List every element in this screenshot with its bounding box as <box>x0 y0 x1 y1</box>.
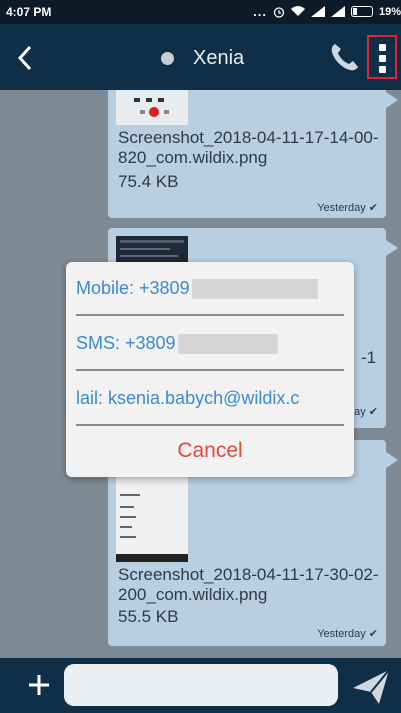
back-button[interactable] <box>10 38 40 78</box>
thumbnail-content <box>134 98 169 117</box>
message-time-text: ay <box>354 406 366 418</box>
divider <box>76 369 344 371</box>
attachment-size: 75.4 KB <box>118 172 179 191</box>
more-options-button[interactable] <box>367 35 397 79</box>
redacted-number <box>191 279 318 300</box>
message-time-text: Yesterday <box>317 628 366 640</box>
message-bubble[interactable]: Screenshot_2018-04-11-17-14-00-820_com.w… <box>108 90 398 218</box>
contact-name: Xenia <box>193 47 245 69</box>
kebab-menu-dot <box>379 66 386 73</box>
status-bar: 4:07 PM ... 19% <box>0 0 401 24</box>
message-time: Yesterday ✔ <box>317 201 378 214</box>
message-time: Yesterday ✔ <box>317 627 378 640</box>
mobile-option-label: Mobile: +3809 <box>76 278 190 298</box>
kebab-menu-icon <box>379 44 386 51</box>
attachment-filename[interactable]: Screenshot_2018-04-11-17-30-02-200_com.w… <box>118 565 383 605</box>
signal-icon-2 <box>330 6 345 17</box>
alarm-icon <box>273 6 285 18</box>
presence-status-icon <box>161 52 174 65</box>
plus-icon <box>29 675 49 695</box>
email-option[interactable]: lail: ksenia.babych@wildix.c <box>76 372 346 424</box>
send-icon <box>353 669 390 704</box>
more-notifications-icon: ... <box>253 4 267 19</box>
signal-icon-1 <box>310 6 325 17</box>
divider <box>76 314 344 316</box>
attachment-filename-partial: -1 <box>361 348 377 367</box>
sms-option-label: SMS: +3809 <box>76 333 176 353</box>
message-time-text: Yesterday <box>317 202 366 214</box>
message-input[interactable] <box>64 664 338 706</box>
cancel-button[interactable]: Cancel <box>66 428 354 474</box>
sms-option[interactable]: SMS: +3809 <box>76 317 346 369</box>
status-time: 4:07 PM <box>6 5 52 19</box>
chevron-left-icon <box>17 45 32 71</box>
kebab-menu-dot <box>379 55 386 62</box>
attachment-size: 55.5 KB <box>118 607 179 626</box>
message-time: ay ✔ <box>354 405 378 418</box>
battery-level: 19% <box>378 5 401 18</box>
send-button[interactable] <box>351 666 391 706</box>
status-icons: ... 19% <box>253 4 401 19</box>
email-option-label: lail: ksenia.babych@wildix.c <box>76 388 300 408</box>
redacted-number <box>177 334 278 355</box>
wifi-icon <box>290 6 305 17</box>
delivered-check-icon: ✔ <box>368 202 378 214</box>
battery-icon <box>350 6 373 17</box>
phone-icon <box>331 44 358 71</box>
attachment-filename[interactable]: Screenshot_2018-04-11-17-14-00-820_com.w… <box>118 128 383 168</box>
delivered-check-icon: ✔ <box>368 628 378 640</box>
call-button[interactable] <box>328 40 364 76</box>
contact-options-dialog: Mobile: +3809 SMS: +3809 lail: ksenia.ba… <box>66 262 354 477</box>
image-thumbnail[interactable] <box>116 90 188 125</box>
call-mobile-option[interactable]: Mobile: +3809 <box>76 262 346 314</box>
chat-header: Xenia <box>0 24 401 90</box>
composer-bar <box>0 658 401 713</box>
add-attachment-button[interactable] <box>24 666 54 704</box>
divider <box>76 424 344 426</box>
delivered-check-icon: ✔ <box>368 406 378 418</box>
